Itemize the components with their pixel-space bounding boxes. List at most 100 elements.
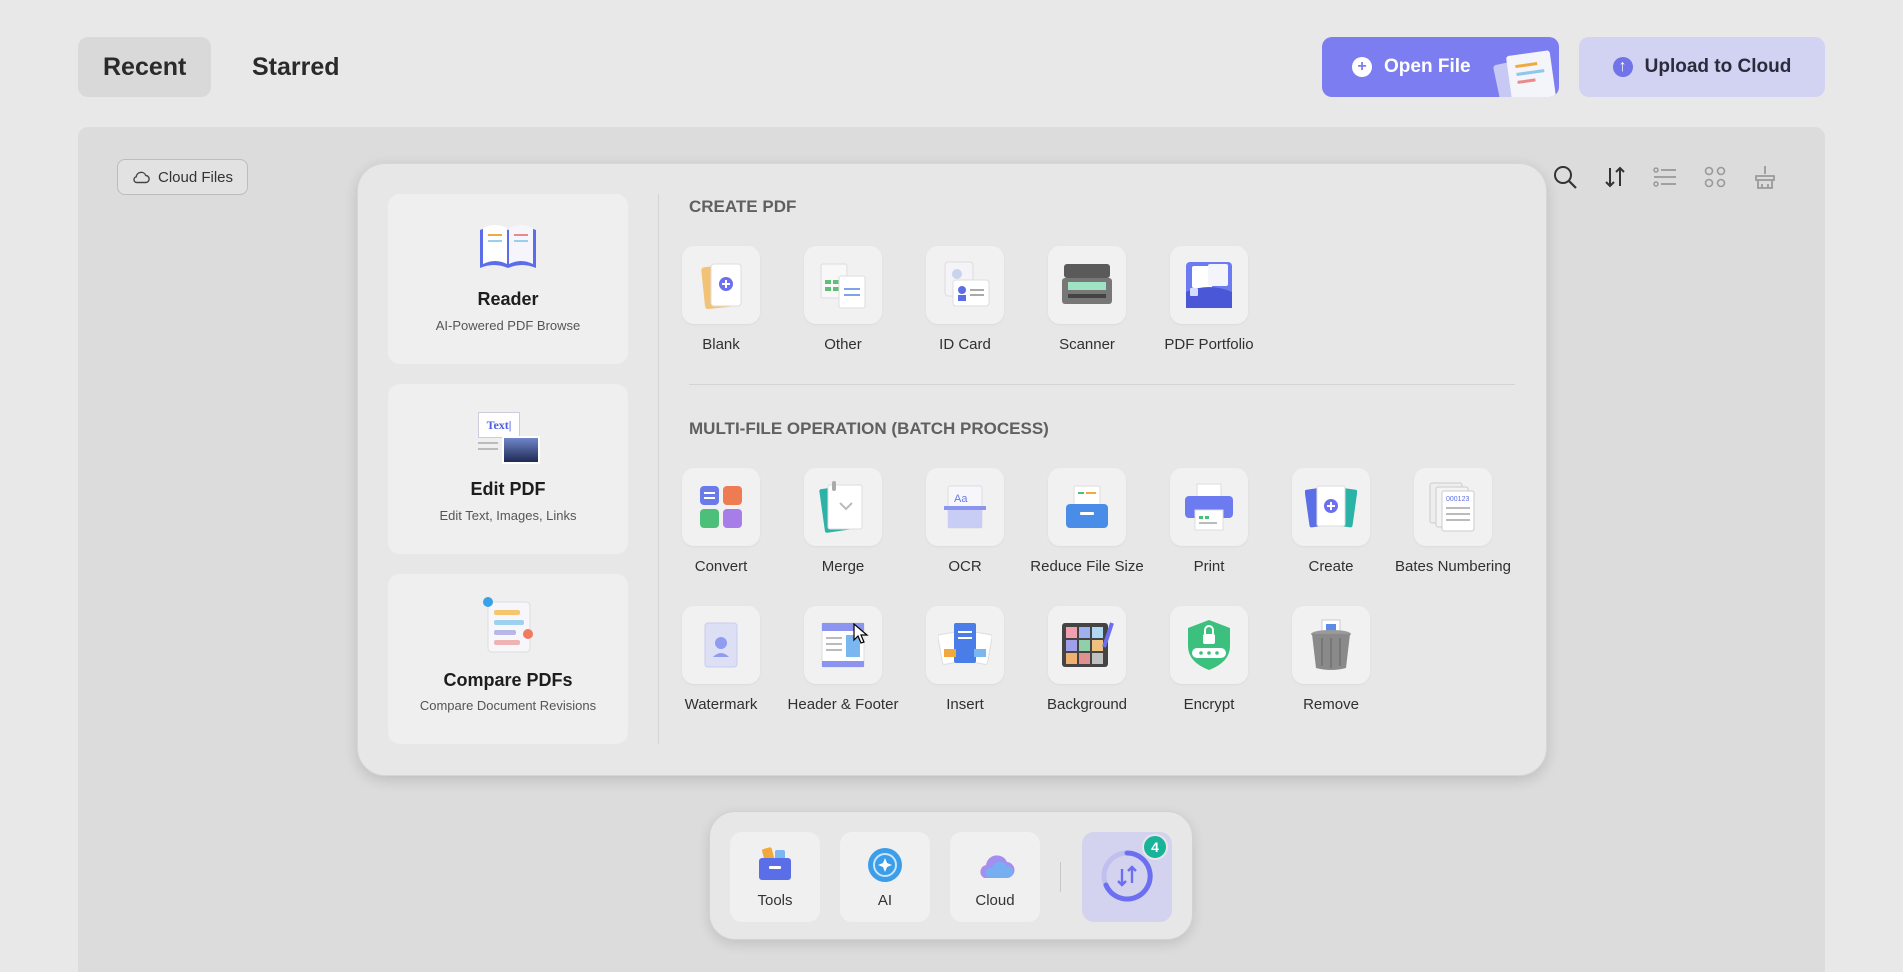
- lock-shield-icon: [1188, 620, 1230, 670]
- tools-popup: Reader AI-Powered PDF Browse Text| Edit …: [357, 163, 1547, 776]
- ai-assistant-icon: [868, 848, 902, 882]
- tool-encrypt[interactable]: Encrypt: [1148, 606, 1270, 713]
- list-view-icon[interactable]: [1650, 162, 1680, 192]
- cloud-icon: [133, 171, 150, 184]
- cloud-icon: [980, 855, 1015, 879]
- dock-cloud-label: Cloud: [975, 892, 1015, 909]
- tool-merge[interactable]: Merge: [782, 468, 904, 575]
- tool-label: Remove: [1303, 696, 1359, 713]
- tool-label: Header & Footer: [787, 696, 899, 713]
- tool-label: ID Card: [939, 336, 991, 353]
- insert-pages-icon: [938, 623, 992, 665]
- watermark-icon: [704, 622, 738, 668]
- tool-print[interactable]: Print: [1148, 468, 1270, 575]
- tool-create[interactable]: Create: [1270, 468, 1392, 575]
- dock-convert-button[interactable]: 4: [1082, 832, 1172, 922]
- portfolio-icon: [1186, 262, 1232, 308]
- feature-title: Compare PDFs: [443, 670, 573, 690]
- id-card-icon: [944, 261, 990, 307]
- convert-icon: [700, 486, 742, 528]
- bates-numbering-icon: 000123: [1429, 482, 1475, 532]
- edit-pdf-card[interactable]: Text| Edit PDF Edit Text, Images, Links: [388, 384, 628, 554]
- printer-icon: [1185, 483, 1233, 531]
- batch-process-heading: MULTI-FILE OPERATION (BATCH PROCESS): [689, 419, 1049, 438]
- compare-documents-icon: [483, 597, 533, 653]
- section-divider: [689, 384, 1515, 385]
- plus-icon: +: [1352, 57, 1372, 77]
- tool-other[interactable]: Other: [782, 246, 904, 353]
- tool-label: Watermark: [684, 696, 758, 713]
- edit-text-sample: Text|: [478, 412, 520, 438]
- tab-starred[interactable]: Starred: [227, 37, 365, 97]
- tool-scanner[interactable]: Scanner: [1026, 246, 1148, 353]
- grid-view-icon[interactable]: [1700, 162, 1730, 192]
- tool-label: Reduce File Size: [1030, 558, 1144, 575]
- tool-label: Merge: [821, 558, 865, 575]
- search-icon[interactable]: [1550, 162, 1580, 192]
- background-palette-icon: [1062, 622, 1114, 667]
- dock-tools-button[interactable]: Tools: [730, 832, 820, 922]
- merge-icon: [819, 481, 863, 533]
- dock-ai-label: AI: [877, 892, 893, 909]
- tool-ocr[interactable]: Aa OCR: [904, 468, 1026, 575]
- tool-label: Convert: [694, 558, 748, 575]
- svg-text:Aa: Aa: [954, 493, 968, 505]
- compress-icon: [1066, 485, 1108, 528]
- mouse-cursor-icon: [853, 623, 869, 644]
- cloud-files-button[interactable]: Cloud Files: [117, 159, 249, 195]
- dock-tools-label: Tools: [757, 892, 793, 909]
- tool-insert[interactable]: Insert: [904, 606, 1026, 713]
- tool-convert[interactable]: Convert: [660, 468, 782, 575]
- upload-arrow-icon: ↑: [1612, 57, 1633, 77]
- popup-divider: [658, 194, 659, 744]
- tool-label: Print: [1193, 558, 1225, 575]
- dock-cloud-button[interactable]: Cloud: [950, 832, 1040, 922]
- tool-watermark[interactable]: Watermark: [660, 606, 782, 713]
- sort-icon[interactable]: [1600, 162, 1630, 192]
- feature-title: Edit PDF: [470, 479, 546, 499]
- tool-bates-numbering[interactable]: 000123 Bates Numbering: [1392, 468, 1514, 575]
- tool-label: Background: [1046, 696, 1128, 713]
- feature-subtitle: Edit Text, Images, Links: [439, 508, 577, 523]
- documents-decoration-icon: [1493, 50, 1556, 97]
- tool-label: Other: [824, 336, 862, 353]
- tool-label: Blank: [702, 336, 740, 353]
- tab-recent[interactable]: Recent: [78, 37, 212, 97]
- scanner-icon: [1062, 264, 1112, 304]
- tool-remove[interactable]: Remove: [1270, 606, 1392, 713]
- other-files-icon: [820, 263, 866, 309]
- tool-background[interactable]: Background: [1026, 606, 1148, 713]
- cloud-files-label: Cloud Files: [158, 168, 234, 186]
- reader-card[interactable]: Reader AI-Powered PDF Browse: [388, 194, 628, 364]
- svg-text:000123: 000123: [1446, 496, 1469, 503]
- tool-label: Create: [1308, 558, 1354, 575]
- upload-to-cloud-label: Upload to Cloud: [1644, 56, 1792, 77]
- open-file-label: Open File: [1384, 56, 1471, 77]
- ocr-icon: Aa: [944, 485, 986, 529]
- compare-pdfs-card[interactable]: Compare PDFs Compare Document Revisions: [388, 574, 628, 744]
- create-icon: [1305, 485, 1357, 528]
- upload-to-cloud-button[interactable]: ↑ Upload to Cloud: [1579, 37, 1825, 97]
- trash-bin-icon: [1311, 619, 1351, 670]
- dock-separator: [1060, 862, 1061, 892]
- tool-blank[interactable]: Blank: [660, 246, 782, 353]
- feature-subtitle: Compare Document Revisions: [419, 698, 597, 713]
- feature-subtitle: AI-Powered PDF Browse: [435, 318, 581, 333]
- tool-label: Encrypt: [1183, 696, 1235, 713]
- tool-pdf-portfolio[interactable]: PDF Portfolio: [1148, 246, 1270, 353]
- tool-label: PDF Portfolio: [1164, 336, 1254, 353]
- tool-label: Bates Numbering: [1395, 558, 1511, 575]
- tool-label: OCR: [948, 558, 982, 575]
- clean-icon[interactable]: [1750, 162, 1780, 192]
- tool-label: Insert: [946, 696, 984, 713]
- create-pdf-heading: CREATE PDF: [689, 197, 797, 216]
- open-file-button[interactable]: + Open File: [1322, 37, 1559, 97]
- dock-ai-button[interactable]: AI: [840, 832, 930, 922]
- edit-text-icon: Text|: [478, 410, 540, 464]
- toolbox-icon: [759, 847, 791, 880]
- tool-header-footer[interactable]: Header & Footer: [782, 606, 904, 713]
- tool-label: Scanner: [1059, 336, 1115, 353]
- tool-reduce-file-size[interactable]: Reduce File Size: [1026, 468, 1148, 575]
- tool-id-card[interactable]: ID Card: [904, 246, 1026, 353]
- blank-page-icon: [701, 263, 742, 310]
